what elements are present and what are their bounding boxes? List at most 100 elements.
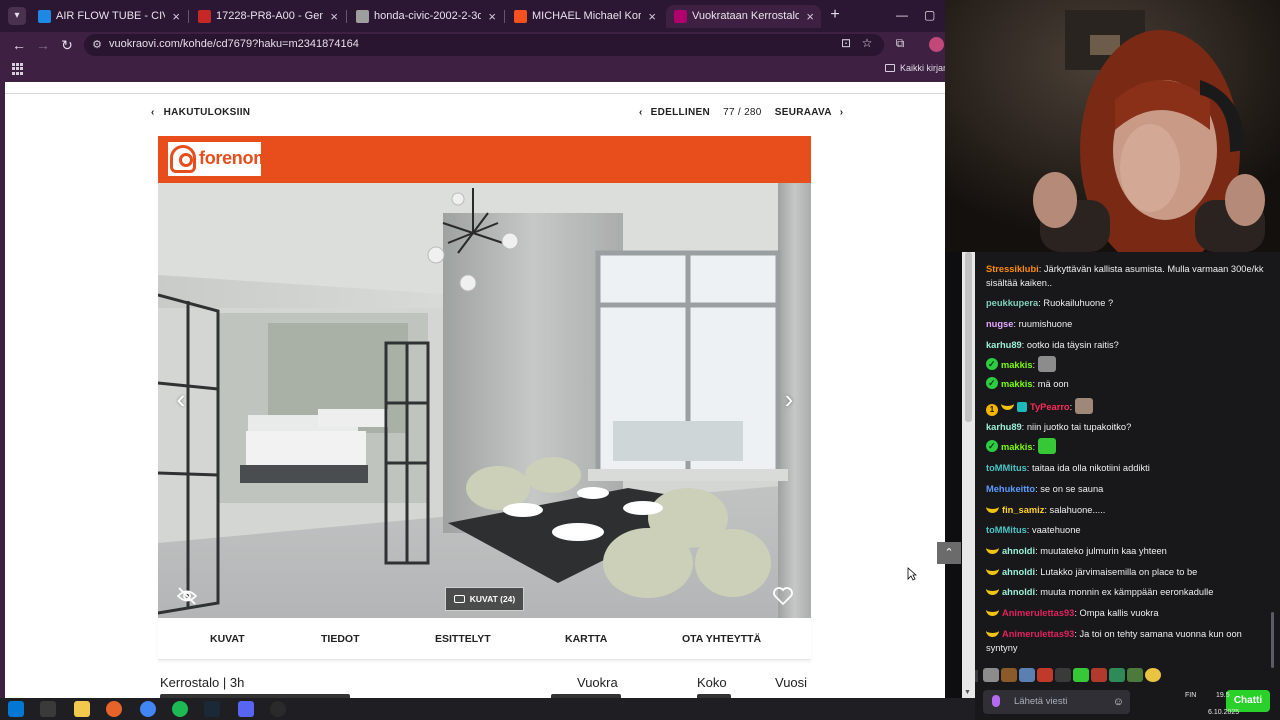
tab-map[interactable]: KARTTA	[565, 633, 607, 645]
chat-message-input[interactable]: Lähetä viesti ☺	[983, 690, 1130, 714]
browser-tab[interactable]: honda-civic-2002-2-3dr-si-ka_k ×	[348, 5, 503, 28]
verified-badge-icon[interactable]	[986, 357, 998, 371]
close-tab-icon[interactable]: ×	[648, 5, 656, 28]
chrome-icon[interactable]	[140, 701, 156, 717]
favorite-heart-icon[interactable]	[772, 585, 794, 607]
obs-icon[interactable]	[270, 701, 286, 717]
chat-username[interactable]: makkis	[1001, 442, 1033, 452]
page-scrollbar[interactable]: ▼	[962, 252, 975, 698]
chat-username[interactable]: ahnoldi	[1002, 546, 1035, 556]
browser-tab[interactable]: Vuokrataan Kerrostalo 3 huone ×	[666, 5, 821, 28]
scrollbar-thumb[interactable]	[965, 252, 972, 422]
tab-showings[interactable]: ESITTELYT	[435, 633, 491, 645]
chat-username[interactable]: karhu89	[986, 422, 1022, 432]
tab-search-button[interactable]: ▾	[8, 7, 26, 25]
emoji-icon[interactable]: ☺	[1113, 696, 1124, 708]
firefox-icon[interactable]	[106, 701, 122, 717]
banana-badge-icon[interactable]	[986, 545, 999, 554]
emote-icon[interactable]	[1145, 667, 1161, 682]
chat-username[interactable]: makkis	[1001, 360, 1033, 370]
apps-grid-icon[interactable]	[12, 63, 24, 75]
chat-username[interactable]: peukkupera	[986, 298, 1038, 308]
install-app-icon[interactable]: ⊡	[838, 35, 854, 51]
emote-icon[interactable]	[1055, 667, 1071, 682]
verified-badge-icon[interactable]	[986, 439, 998, 453]
profile-avatar[interactable]	[929, 37, 944, 52]
chat-username[interactable]: Animerulettas93	[1002, 629, 1074, 639]
emote-icon[interactable]	[1001, 667, 1017, 682]
site-info-icon[interactable]: ⚙	[90, 38, 104, 52]
clock-date[interactable]: 6.10.2025	[1208, 709, 1239, 716]
chat-username[interactable]: Animerulettas93	[1002, 608, 1074, 618]
forward-arrow-icon[interactable]: →	[34, 36, 52, 54]
close-tab-icon[interactable]: ×	[806, 5, 814, 28]
spotify-icon[interactable]	[172, 701, 188, 717]
close-tab-icon[interactable]: ×	[330, 5, 338, 28]
back-arrow-icon[interactable]: ←	[10, 36, 28, 54]
tab-photos[interactable]: KUVAT	[210, 633, 245, 645]
emote-icon[interactable]	[1127, 667, 1143, 682]
browser-tab[interactable]: MICHAEL Michael Kors GEORGI ×	[506, 5, 663, 28]
minimize-icon[interactable]: —	[896, 8, 908, 22]
banana-badge-icon[interactable]	[986, 607, 999, 616]
tab-contact[interactable]: OTA YHTEYTTÄ	[682, 633, 761, 645]
reload-icon[interactable]: ↻	[58, 36, 76, 54]
close-tab-icon[interactable]: ×	[488, 5, 496, 28]
previous-photo-arrow-icon[interactable]: ‹	[170, 386, 192, 412]
chat-username[interactable]: ahnoldi	[1002, 587, 1035, 597]
chat-emote-icon[interactable]	[1037, 356, 1056, 372]
chat-username[interactable]: karhu89	[986, 340, 1022, 350]
address-bar[interactable]: ⚙ vuokraovi.com/kohde/cd7679?haku=m23418…	[84, 34, 884, 56]
hide-eye-icon[interactable]	[176, 585, 198, 607]
chat-scrollbar[interactable]	[1271, 612, 1274, 668]
chat-username[interactable]: makkis	[1001, 379, 1033, 389]
next-photo-arrow-icon[interactable]: ›	[778, 386, 800, 412]
chat-emote-icon[interactable]	[1074, 398, 1093, 414]
new-tab-button[interactable]: +	[826, 6, 844, 24]
discord-icon[interactable]	[238, 701, 254, 717]
verified-badge-icon[interactable]	[986, 376, 998, 390]
chat-username[interactable]: toMMitus	[986, 525, 1027, 535]
language-indicator[interactable]: FIN	[1185, 692, 1196, 699]
banana-badge-icon[interactable]	[986, 586, 999, 595]
chat-username[interactable]: Mehukeitto	[986, 484, 1035, 494]
emote-icon[interactable]	[1073, 667, 1089, 682]
emote-icon[interactable]	[1109, 667, 1125, 682]
chat-username[interactable]: nugse	[986, 319, 1013, 329]
maximize-icon[interactable]: ▢	[924, 8, 935, 22]
banana-badge-icon[interactable]	[1001, 401, 1014, 410]
emote-icon[interactable]	[983, 667, 999, 682]
back-to-results-link[interactable]: ‹ HAKUTULOKSIIN	[151, 107, 250, 118]
extensions-icon[interactable]: ⧉	[892, 35, 908, 51]
banana-badge-icon[interactable]	[986, 628, 999, 637]
bookmark-star-icon[interactable]: ☆	[859, 35, 875, 51]
banana-badge-icon[interactable]	[986, 566, 999, 575]
clock-time[interactable]: 19.5	[1216, 692, 1230, 699]
browser-tab[interactable]: 17228-PR8-A00 - Genuine Hon ×	[190, 5, 345, 28]
chat-username[interactable]: ahnoldi	[1002, 567, 1035, 577]
emote-icon[interactable]	[1037, 667, 1053, 682]
show-photos-button[interactable]: KUVAT (24)	[445, 587, 524, 611]
chat-emote-icon[interactable]	[1037, 438, 1056, 454]
task-view-icon[interactable]	[40, 701, 56, 717]
chat-username[interactable]: toMMitus	[986, 463, 1027, 473]
scroll-down-arrow-icon[interactable]: ▼	[964, 689, 971, 696]
start-menu-icon[interactable]	[8, 701, 24, 717]
scroll-to-top-button[interactable]: ⌃	[937, 542, 961, 564]
steam-icon[interactable]	[204, 701, 220, 717]
url-text[interactable]: vuokraovi.com/kohde/cd7679?haku=m2341874…	[109, 38, 359, 50]
banana-badge-icon[interactable]	[986, 504, 999, 513]
tab-details[interactable]: TIEDOT	[321, 633, 360, 645]
emote-icon[interactable]	[1019, 667, 1035, 682]
gift-badge-icon[interactable]	[1017, 402, 1027, 412]
chat-username[interactable]: fin_samiz	[1002, 505, 1044, 515]
previous-link[interactable]: ‹ EDELLINEN	[639, 107, 710, 118]
one-badge-icon[interactable]: 1	[986, 404, 998, 416]
listing-photo[interactable]: ‹ › KUVAT (24)	[158, 183, 811, 618]
chat-username[interactable]: Stressiklubi	[986, 264, 1039, 274]
browser-tab[interactable]: AIR FLOW TUBE - CIVIC 2002 (2 ×	[30, 5, 187, 28]
next-link[interactable]: SEURAAVA ›	[775, 107, 844, 118]
close-tab-icon[interactable]: ×	[172, 5, 180, 28]
emote-icon[interactable]	[1091, 667, 1107, 682]
chat-username[interactable]: TyPearro	[1030, 402, 1070, 412]
